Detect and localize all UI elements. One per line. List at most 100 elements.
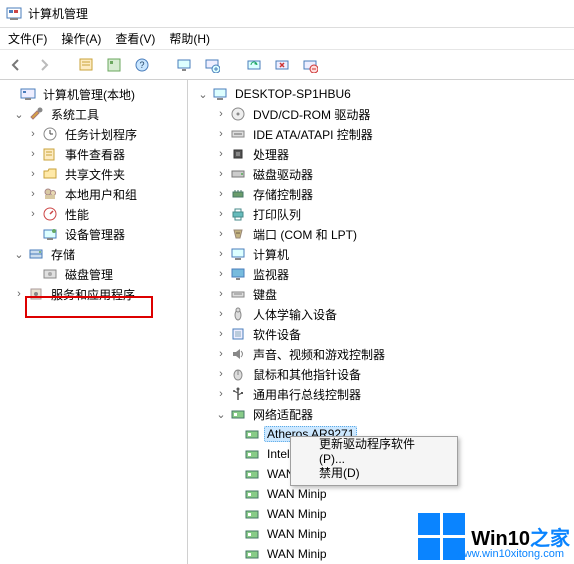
dev-computer[interactable]: ›计算机 bbox=[192, 244, 574, 264]
dev-usb[interactable]: ›通用串行总线控制器 bbox=[192, 384, 574, 404]
services-icon bbox=[28, 286, 44, 302]
tree-devicemgr[interactable]: 设备管理器 bbox=[4, 224, 187, 244]
tree-services[interactable]: ›服务和应用程序 bbox=[4, 284, 187, 304]
nic-icon bbox=[244, 546, 260, 562]
dev-monitor[interactable]: ›监视器 bbox=[192, 264, 574, 284]
mgmt-tree[interactable]: 计算机管理(本地) ⌄系统工具 ›任务计划程序 ›事件查看器 ›共享文件夹 ›本… bbox=[0, 80, 187, 304]
expand-icon[interactable]: ⌄ bbox=[196, 87, 210, 101]
storage-icon bbox=[28, 246, 44, 262]
tree-root[interactable]: 计算机管理(本地) bbox=[4, 84, 187, 104]
dev-cpu[interactable]: ›处理器 bbox=[192, 144, 574, 164]
dev-root[interactable]: ⌄DESKTOP-SP1HBU6 bbox=[192, 84, 574, 104]
tree-tasksched[interactable]: ›任务计划程序 bbox=[4, 124, 187, 144]
expand-icon[interactable]: › bbox=[214, 167, 228, 181]
softdev-icon bbox=[230, 326, 246, 342]
nic-icon bbox=[244, 506, 260, 522]
tree-shared[interactable]: ›共享文件夹 bbox=[4, 164, 187, 184]
expand-icon[interactable]: › bbox=[214, 267, 228, 281]
dev-ports[interactable]: ›端口 (COM 和 LPT) bbox=[192, 224, 574, 244]
tree-diskmgmt[interactable]: 磁盘管理 bbox=[4, 264, 187, 284]
expand-icon[interactable]: › bbox=[214, 307, 228, 321]
expand-icon[interactable]: › bbox=[214, 347, 228, 361]
expand-icon[interactable]: › bbox=[214, 367, 228, 381]
tb-scan-icon[interactable] bbox=[200, 53, 224, 77]
pc-icon bbox=[230, 246, 246, 262]
expand-icon[interactable]: › bbox=[214, 247, 228, 261]
expand-icon[interactable]: › bbox=[26, 147, 40, 161]
menubar: 文件(F) 操作(A) 查看(V) 帮助(H) bbox=[0, 28, 574, 50]
hid-icon bbox=[230, 306, 246, 322]
expand-icon[interactable]: › bbox=[12, 287, 26, 301]
forward-button[interactable] bbox=[32, 53, 56, 77]
devmgr-icon bbox=[42, 226, 58, 242]
menu-help[interactable]: 帮助(H) bbox=[169, 30, 210, 47]
net-wan2[interactable]: WAN Minip bbox=[192, 484, 574, 504]
tb-update-icon[interactable] bbox=[242, 53, 266, 77]
app-icon bbox=[6, 6, 22, 22]
expand-icon[interactable]: › bbox=[26, 127, 40, 141]
event-icon bbox=[42, 146, 58, 162]
expand-icon[interactable]: › bbox=[214, 207, 228, 221]
context-menu: 更新驱动程序软件(P)... 禁用(D) bbox=[290, 436, 458, 486]
expand-icon[interactable]: ⌄ bbox=[12, 247, 26, 261]
perf-icon bbox=[42, 206, 58, 222]
dev-network[interactable]: ⌄网络适配器 bbox=[192, 404, 574, 424]
device-tree[interactable]: ⌄DESKTOP-SP1HBU6 ›DVD/CD-ROM 驱动器 ›IDE AT… bbox=[188, 80, 574, 564]
expand-icon[interactable]: › bbox=[26, 187, 40, 201]
expand-icon[interactable]: › bbox=[214, 187, 228, 201]
dev-hid[interactable]: ›人体学输入设备 bbox=[192, 304, 574, 324]
dev-print[interactable]: ›打印队列 bbox=[192, 204, 574, 224]
dev-sound[interactable]: ›声音、视频和游戏控制器 bbox=[192, 344, 574, 364]
menu-file[interactable]: 文件(F) bbox=[8, 30, 47, 47]
expand-icon[interactable]: › bbox=[214, 387, 228, 401]
dev-softdev[interactable]: ›软件设备 bbox=[192, 324, 574, 344]
tb-prop-icon[interactable] bbox=[74, 53, 98, 77]
dev-keyboard[interactable]: ›键盘 bbox=[192, 284, 574, 304]
dev-dvd[interactable]: ›DVD/CD-ROM 驱动器 bbox=[192, 104, 574, 124]
expand-icon[interactable]: › bbox=[26, 167, 40, 181]
mouse-icon bbox=[230, 366, 246, 382]
watermark-brand: Win10之家 bbox=[471, 528, 570, 550]
clock-icon bbox=[42, 126, 58, 142]
nic-icon bbox=[244, 526, 260, 542]
toolbar: ? bbox=[0, 50, 574, 80]
menu-view[interactable]: 查看(V) bbox=[115, 30, 155, 47]
hdd-icon bbox=[230, 166, 246, 182]
tree-performance[interactable]: ›性能 bbox=[4, 204, 187, 224]
expand-icon[interactable]: ⌄ bbox=[214, 407, 228, 421]
tb-monitor-icon[interactable] bbox=[172, 53, 196, 77]
dev-disk[interactable]: ›磁盘驱动器 bbox=[192, 164, 574, 184]
tb-show-icon[interactable] bbox=[102, 53, 126, 77]
users-icon bbox=[42, 186, 58, 202]
right-pane: ⌄DESKTOP-SP1HBU6 ›DVD/CD-ROM 驱动器 ›IDE AT… bbox=[188, 80, 574, 564]
tb-disable-icon[interactable] bbox=[270, 53, 294, 77]
tree-storage[interactable]: ⌄存储 bbox=[4, 244, 187, 264]
dev-mouse[interactable]: ›鼠标和其他指针设备 bbox=[192, 364, 574, 384]
expand-icon[interactable]: › bbox=[26, 207, 40, 221]
tb-uninstall-icon[interactable] bbox=[298, 53, 322, 77]
monitor-icon bbox=[230, 266, 246, 282]
computer-mgmt-icon bbox=[20, 86, 36, 102]
expand-icon[interactable]: ⌄ bbox=[12, 107, 26, 121]
tree-eventviewer[interactable]: ›事件查看器 bbox=[4, 144, 187, 164]
titlebar: 计算机管理 bbox=[0, 0, 574, 28]
menu-action[interactable]: 操作(A) bbox=[61, 30, 101, 47]
tree-localusers[interactable]: ›本地用户和组 bbox=[4, 184, 187, 204]
back-button[interactable] bbox=[4, 53, 28, 77]
expand-icon[interactable]: › bbox=[214, 107, 228, 121]
expand-icon[interactable]: › bbox=[214, 287, 228, 301]
cpu-icon bbox=[230, 146, 246, 162]
expand-icon[interactable]: › bbox=[214, 327, 228, 341]
dev-storagectrl[interactable]: ›存储控制器 bbox=[192, 184, 574, 204]
nic-icon bbox=[244, 426, 260, 442]
dev-ide[interactable]: ›IDE ATA/ATAPI 控制器 bbox=[192, 124, 574, 144]
tools-icon bbox=[28, 106, 44, 122]
expand-icon[interactable]: › bbox=[214, 147, 228, 161]
tb-help-icon[interactable]: ? bbox=[130, 53, 154, 77]
expand-icon[interactable]: › bbox=[214, 127, 228, 141]
tree-systools[interactable]: ⌄系统工具 bbox=[4, 104, 187, 124]
expand-icon[interactable]: › bbox=[214, 227, 228, 241]
network-icon bbox=[230, 406, 246, 422]
ctx-update-driver[interactable]: 更新驱动程序软件(P)... bbox=[293, 439, 455, 461]
dvd-icon bbox=[230, 106, 246, 122]
